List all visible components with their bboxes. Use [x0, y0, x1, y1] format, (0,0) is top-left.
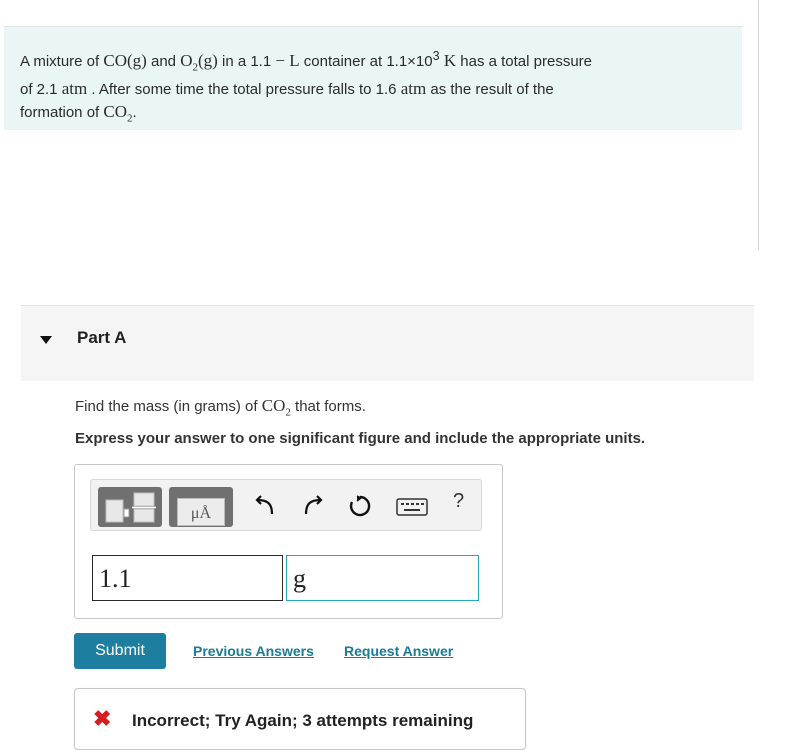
- request-answer-link[interactable]: Request Answer: [344, 643, 453, 659]
- right-divider: [758, 0, 759, 250]
- answer-instructions: Express your answer to one significant f…: [75, 430, 646, 447]
- feedback-message: ✖ Incorrect; Try Again; 3 attempts remai…: [74, 688, 526, 750]
- answer-box: μÅ ? 1.1 g: [74, 464, 503, 619]
- templates-icon: [105, 492, 156, 523]
- text: container at 1.1×10: [299, 53, 433, 70]
- problem-line-1: A mixture of CO(g) and O2(g) in a 1.1 − …: [20, 45, 730, 78]
- units-button[interactable]: μÅ: [169, 487, 233, 527]
- text: has a total pressure: [456, 53, 593, 70]
- text: in a 1.1: [217, 53, 276, 70]
- answer-value-input[interactable]: 1.1: [92, 555, 283, 601]
- collapse-caret-icon[interactable]: [40, 336, 52, 344]
- part-title: Part A: [77, 328, 127, 347]
- part-a-header[interactable]: Part A: [21, 305, 754, 381]
- text: as the result of the: [426, 81, 554, 99]
- undo-icon[interactable]: [254, 494, 278, 518]
- text: . After some time the total pressure fal…: [87, 81, 401, 99]
- unit-atm: atm: [61, 79, 88, 99]
- feedback-text: Incorrect; Try Again; 3 attempts remaini…: [132, 711, 474, 730]
- unit-atm: atm: [400, 79, 427, 99]
- previous-answers-link[interactable]: Previous Answers: [193, 643, 314, 659]
- submit-button[interactable]: Submit: [74, 633, 166, 669]
- temp-unit: K: [439, 51, 457, 70]
- redo-icon[interactable]: [300, 494, 324, 518]
- text: Find the mass (in grams) of: [75, 398, 262, 415]
- text: and: [146, 53, 181, 70]
- text: of 2.1: [20, 81, 62, 99]
- species-co2: CO2: [261, 396, 291, 419]
- text: formation of: [20, 104, 104, 122]
- templates-button[interactable]: [98, 487, 162, 527]
- problem-text: A mixture of CO(g) and O2(g) in a 1.1 − …: [20, 45, 730, 130]
- units-icon: μÅ: [177, 498, 225, 526]
- species-o2: O2(g): [180, 51, 218, 74]
- equation-toolbar: μÅ ?: [90, 479, 482, 531]
- answer-units-input[interactable]: g: [286, 555, 479, 601]
- container-unit: − L: [275, 51, 300, 70]
- text: that forms.: [290, 398, 366, 415]
- temp-exponent: 3: [432, 49, 440, 63]
- reset-icon[interactable]: [348, 494, 372, 518]
- incorrect-x-icon: ✖: [93, 706, 112, 731]
- text: .: [132, 104, 137, 122]
- problem-line-2: of 2.1 atm . After some time the total p…: [20, 78, 730, 101]
- species-co2: CO2: [103, 102, 133, 125]
- problem-statement: A mixture of CO(g) and O2(g) in a 1.1 − …: [4, 27, 742, 130]
- species-co: CO(g): [103, 51, 147, 70]
- help-icon[interactable]: ?: [453, 490, 464, 513]
- problem-line-3: formation of CO2.: [20, 101, 730, 129]
- question-text: Find the mass (in grams) of CO2 that for…: [75, 396, 366, 418]
- keyboard-icon[interactable]: [396, 497, 428, 517]
- text: A mixture of: [20, 53, 104, 70]
